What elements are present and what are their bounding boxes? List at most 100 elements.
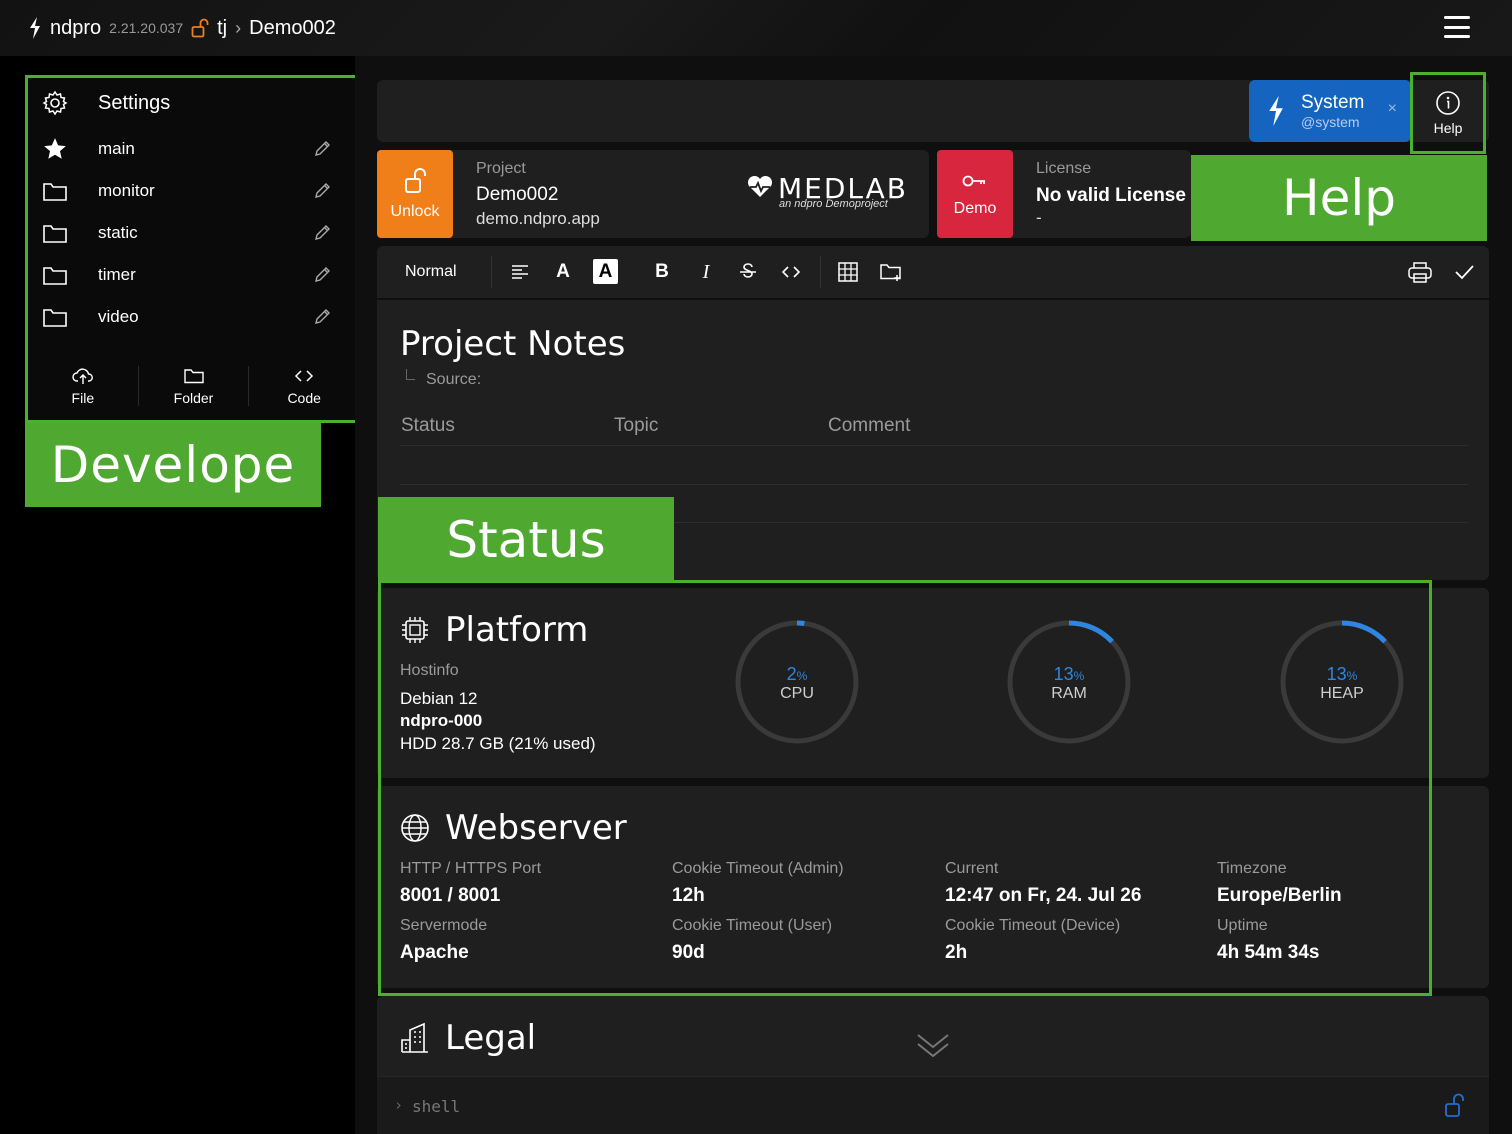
editor-toolbar <box>377 246 1489 298</box>
sidebar-item-label: static <box>98 223 138 242</box>
text-background-icon[interactable]: A <box>593 259 618 284</box>
new-file-button[interactable]: File <box>28 366 139 406</box>
heap-name: HEAP <box>1320 685 1364 702</box>
toolbar-divider <box>820 256 821 288</box>
settings-row[interactable]: Settings <box>28 78 359 128</box>
shell-lock-icon[interactable] <box>1443 1093 1467 1119</box>
bolt-logo-icon <box>30 17 40 39</box>
current-user[interactable]: tj <box>217 17 227 40</box>
ram-unit: % <box>1073 669 1085 683</box>
add-folder-icon[interactable] <box>879 258 903 286</box>
app-name[interactable]: ndpro <box>50 17 101 40</box>
help-annotation: Help <box>1191 155 1487 241</box>
unlock-label: Unlock <box>390 203 440 220</box>
info-icon <box>1436 91 1460 115</box>
help-label: Help <box>1433 120 1463 136</box>
italic-icon[interactable]: I <box>695 258 717 286</box>
cookie-user-value: 90d <box>672 942 705 963</box>
pencil-icon[interactable] <box>313 266 331 284</box>
hamburger-menu-icon[interactable] <box>1444 16 1470 38</box>
pencil-icon[interactable] <box>313 308 331 326</box>
notes-column-topic[interactable]: Topic <box>614 415 658 437</box>
license-sub: - <box>1036 208 1042 227</box>
key-icon <box>962 175 985 187</box>
format-select[interactable]: Normal <box>405 258 457 286</box>
uptime-label: Uptime <box>1217 917 1268 934</box>
double-chevron-down-icon[interactable] <box>915 1030 951 1060</box>
close-icon[interactable]: × <box>1388 100 1397 118</box>
ram-value: 13 <box>1053 664 1074 684</box>
bold-icon[interactable]: B <box>651 258 673 286</box>
check-icon[interactable] <box>1452 258 1476 286</box>
project-domain[interactable]: demo.ndpro.app <box>476 209 600 229</box>
sidebar-item-main[interactable]: main <box>28 128 359 170</box>
demo-button[interactable]: Demo <box>937 150 1013 238</box>
sidebar-item-label: main <box>98 139 135 158</box>
sidebar-item-timer[interactable]: timer <box>28 254 359 296</box>
uptime-value: 4h 54m 34s <box>1217 942 1320 963</box>
host-os: Debian 12 <box>400 689 478 708</box>
cookie-device-label: Cookie Timeout (Device) <box>945 917 1121 934</box>
align-left-icon[interactable] <box>509 258 531 286</box>
cookie-admin-value: 12h <box>672 885 705 906</box>
project-name[interactable]: Demo002 <box>476 184 558 206</box>
cpu-value: 2 <box>786 664 797 684</box>
cpu-name: CPU <box>780 685 814 702</box>
develop-actions: File Folder Code <box>28 366 359 406</box>
source-branch-icon <box>406 369 415 380</box>
table-icon[interactable] <box>837 258 859 286</box>
heap-gauge-label: 13% HEAP <box>1282 664 1402 703</box>
platform-title: Platform <box>445 610 589 650</box>
legal-title: Legal <box>445 1018 537 1058</box>
cpu-unit: % <box>796 669 808 683</box>
top-bar: ndpro 2.21.20.037 tj › Demo002 <box>0 0 1512 56</box>
sidebar-item-static[interactable]: static <box>28 212 359 254</box>
hostinfo-label: Hostinfo <box>400 662 459 679</box>
ram-name: RAM <box>1051 685 1087 702</box>
develop-panel: Settings main monitor static timer video… <box>25 75 362 423</box>
cookie-device-value: 2h <box>945 942 968 963</box>
servermode-value: Apache <box>400 942 469 963</box>
cpu-chip-icon <box>402 617 428 643</box>
text-color-icon[interactable]: A <box>552 258 574 286</box>
unlock-icon <box>405 168 426 193</box>
cookie-user-label: Cookie Timeout (User) <box>672 917 833 934</box>
unlock-button[interactable]: Unlock <box>377 150 453 238</box>
pencil-icon[interactable] <box>313 182 331 200</box>
timezone-value: Europe/Berlin <box>1217 885 1342 906</box>
toolbar-divider <box>491 256 492 288</box>
http-port-label: HTTP / HTTPS Port <box>400 860 542 877</box>
new-code-button[interactable]: Code <box>249 366 359 406</box>
app-version: 2.21.20.037 <box>109 20 184 36</box>
code-icon[interactable] <box>780 258 802 286</box>
current-time-label: Current <box>945 860 999 877</box>
notes-column-status[interactable]: Status <box>401 415 455 437</box>
strikethrough-icon[interactable] <box>737 258 759 286</box>
code-icon <box>295 370 314 382</box>
heartbeat-logo-icon <box>747 175 773 197</box>
system-user-chip[interactable]: System @system × <box>1249 80 1411 142</box>
pencil-icon[interactable] <box>313 224 331 242</box>
sidebar-item-label: timer <box>98 265 136 284</box>
ram-gauge-label: 13% RAM <box>1009 664 1129 703</box>
notes-title: Project Notes <box>400 324 626 364</box>
gear-icon <box>42 90 68 116</box>
notes-divider <box>400 484 1468 485</box>
new-code-label: Code <box>287 390 321 406</box>
shell-input[interactable] <box>412 1094 1012 1118</box>
notes-column-comment[interactable]: Comment <box>828 415 910 437</box>
sidebar-item-monitor[interactable]: monitor <box>28 170 359 212</box>
license-caption: License <box>1036 160 1092 177</box>
breadcrumb-project[interactable]: Demo002 <box>249 17 336 40</box>
pencil-icon[interactable] <box>313 140 331 158</box>
unlocked-icon[interactable] <box>191 18 209 38</box>
shell-prompt: › <box>394 1096 404 1114</box>
print-icon[interactable] <box>1407 258 1433 286</box>
webserver-title: Webserver <box>445 808 627 848</box>
folder-icon <box>43 309 67 327</box>
sidebar-item-video[interactable]: video <box>28 296 359 338</box>
help-button[interactable]: Help <box>1410 72 1486 154</box>
sidebar-item-label: video <box>98 307 139 326</box>
new-folder-button[interactable]: Folder <box>139 366 250 406</box>
notes-divider <box>400 445 1468 446</box>
